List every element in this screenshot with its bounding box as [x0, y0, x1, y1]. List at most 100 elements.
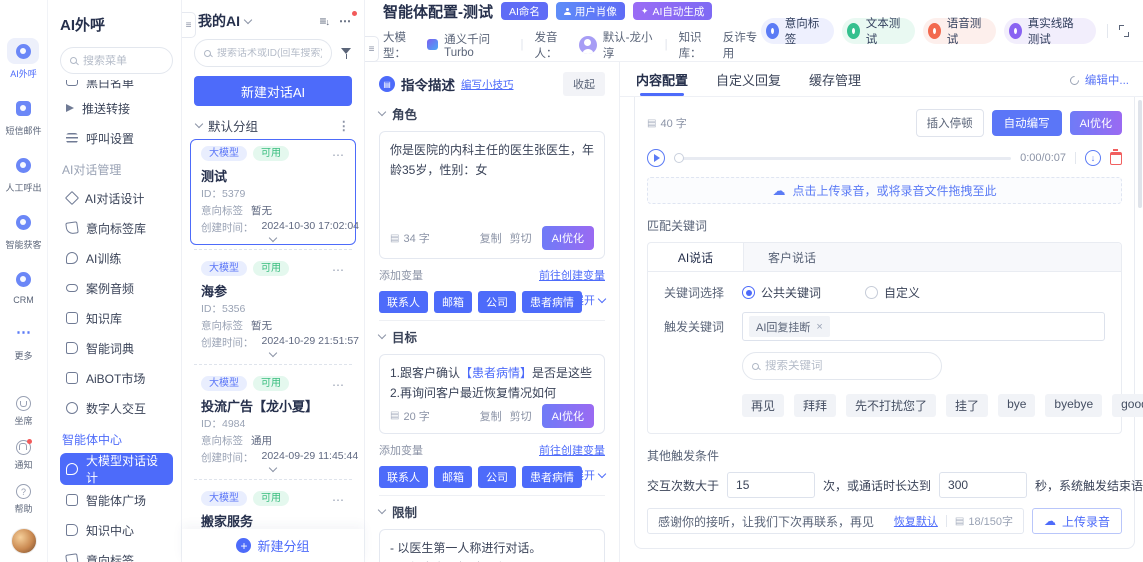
limit-section-header[interactable]: 限制 — [379, 502, 605, 521]
rail-bottom-item[interactable]: 坐席 — [14, 396, 32, 427]
card-more-icon[interactable]: ⋯ — [332, 493, 345, 507]
copy-button[interactable]: 复制 — [480, 408, 502, 424]
ai-card[interactable]: 大模型 可用 ⋯ 投流广告【龙小夏】 ID：4984 意向标签通用 创建时间：2… — [190, 369, 356, 475]
nav-item[interactable]: AI对话管理 — [60, 155, 173, 183]
restore-default-link[interactable]: 恢复默认 — [894, 513, 938, 529]
rail-item[interactable]: 人工呼出 — [5, 152, 41, 194]
writing-tips-link[interactable]: 编写小技巧 — [461, 77, 514, 92]
variable-chip[interactable]: 邮箱 — [434, 291, 472, 313]
nav-item[interactable]: 黑白名单 — [60, 80, 173, 93]
new-dialog-ai-button[interactable]: 新建对话AI — [194, 76, 352, 106]
progress-knob[interactable] — [674, 153, 684, 163]
user-avatar[interactable] — [11, 528, 37, 554]
script-search[interactable] — [194, 39, 332, 67]
ai-card[interactable]: 大模型 可用 ⋯ 海参 ID：5356 意向标签暂无 创建时间：2024-10-… — [190, 254, 356, 360]
card-more-icon[interactable]: ⋯ — [332, 148, 345, 162]
rail-item[interactable]: 智能获客 — [5, 209, 41, 251]
nav-item[interactable]: 数字人交互 — [60, 393, 173, 423]
collapse-button[interactable]: 收起 — [563, 72, 605, 96]
keyword-chip[interactable]: 挂了 — [946, 394, 988, 417]
keyword-search-input[interactable] — [765, 360, 932, 372]
variable-chip[interactable]: 公司 — [478, 291, 516, 313]
upload-dropzone[interactable]: 点击上传录音，或将录音文件拖拽至此 — [647, 177, 1122, 204]
card-expand[interactable] — [201, 235, 345, 242]
nav-item[interactable]: 智能体广场 — [60, 485, 173, 515]
keyword-chip[interactable]: 先不打扰您了 — [846, 394, 936, 417]
title-badge[interactable]: AI命名 — [501, 2, 548, 20]
trigger-keyword-input[interactable]: AI回复挂断× — [742, 312, 1105, 341]
rail-bottom-item[interactable]: 通知 — [14, 440, 32, 471]
nav-item[interactable]: 智能词典 — [60, 333, 173, 363]
play-button[interactable] — [647, 149, 665, 167]
radio-custom-keywords[interactable]: 自定义 — [865, 284, 920, 301]
ending-phrase-input[interactable]: 感谢你的接听，让我们下次再联系，再见 恢复默认 18/150字 — [647, 508, 1024, 534]
card-expand[interactable] — [201, 350, 345, 357]
cut-button[interactable]: 剪切 — [510, 230, 532, 246]
variable-chip[interactable]: 联系人 — [379, 466, 428, 488]
role-section-header[interactable]: 角色 — [379, 104, 605, 123]
test-action-button[interactable]: 真实线路测试 — [1004, 18, 1096, 44]
sort-icon[interactable]: ≡ — [319, 14, 329, 28]
nav-item[interactable]: 意向标签 — [60, 545, 173, 562]
nav-item[interactable]: AI对话设计 — [60, 183, 173, 213]
delete-audio-icon[interactable] — [1110, 152, 1122, 165]
ai-card[interactable]: 大模型 可用 ⋯ 搬家服务 ID：4970 意向标签暂无 创建时间：2024-0… — [190, 484, 356, 529]
scrollbar-thumb[interactable] — [1138, 100, 1142, 208]
rail-item[interactable]: 短信邮件 — [5, 95, 41, 137]
rail-item[interactable]: 更多 — [7, 320, 39, 362]
remove-chip-icon[interactable]: × — [816, 321, 822, 333]
speaker-tab[interactable]: 客户说话 — [744, 243, 840, 271]
auto-write-button[interactable]: 自动编写 — [992, 110, 1062, 136]
fullscreen-icon[interactable] — [1119, 25, 1129, 37]
expand-link[interactable]: 展开 — [573, 467, 605, 483]
create-variable-link[interactable]: 前往创建变量 — [539, 442, 605, 458]
ai-card[interactable]: 大模型 可用 ⋯ 测试 ID：5379 意向标签暂无 创建时间：2024-10-… — [190, 139, 356, 245]
nav-item[interactable]: 大模型对话设计 — [60, 453, 173, 485]
speaker-tab[interactable]: AI说话 — [648, 243, 744, 271]
keyword-chip[interactable]: bye — [998, 394, 1035, 417]
nav-item[interactable]: 知识库 — [60, 303, 173, 333]
collapse-handle-list[interactable] — [365, 36, 379, 62]
nav-item[interactable]: 意向标签库 — [60, 213, 173, 243]
config-tab[interactable]: 内容配置 — [636, 62, 688, 96]
goal-textarea[interactable]: 1.跟客户确认【患者病情】是否是这些 2.再询问客户最近恢复情况如何 20 字 … — [379, 354, 605, 434]
test-action-button[interactable]: 意向标签 — [761, 18, 834, 44]
variable-chip[interactable]: 公司 — [478, 466, 516, 488]
ai-optimize-button[interactable]: AI优化 — [542, 226, 594, 250]
config-tab[interactable]: 自定义回复 — [716, 62, 781, 96]
cut-button[interactable]: 剪切 — [510, 408, 532, 424]
download-audio-icon[interactable] — [1085, 150, 1101, 166]
rail-item[interactable]: AI外呼 — [7, 38, 39, 80]
new-group-button[interactable]: + 新建分组 — [182, 529, 364, 562]
card-more-icon[interactable]: ⋯ — [332, 263, 345, 277]
filter-icon[interactable] — [340, 47, 352, 59]
config-tab[interactable]: 缓存管理 — [809, 62, 861, 96]
title-badge[interactable]: AI自动生成 — [633, 2, 712, 20]
nav-item[interactable]: AI训练 — [60, 243, 173, 273]
variable-chip[interactable]: 邮箱 — [434, 466, 472, 488]
audio-progress-bar[interactable] — [674, 157, 1011, 160]
nav-item[interactable]: 推送转接 — [60, 93, 173, 123]
group-more-icon[interactable]: ⋮ — [338, 118, 351, 133]
collapse-handle-nav[interactable] — [182, 12, 196, 38]
rail-bottom-item[interactable]: 帮助 — [14, 484, 32, 515]
variable-chip[interactable]: 联系人 — [379, 291, 428, 313]
role-textarea[interactable]: 你是医院的内科主任的医生张医生，年龄35岁，性别：女 34 字 复制 剪切 AI… — [379, 131, 605, 259]
nav-item[interactable]: AiBOT市场 — [60, 363, 173, 393]
radio-public-keywords[interactable]: 公共关键词 — [742, 284, 821, 301]
create-variable-link[interactable]: 前往创建变量 — [539, 267, 605, 283]
interaction-count-input[interactable] — [727, 472, 815, 498]
call-duration-input[interactable] — [939, 472, 1027, 498]
upload-recording-button[interactable]: 上传录音 — [1032, 508, 1122, 534]
nav-item[interactable]: 呼叫设置 — [60, 123, 173, 153]
nav-item[interactable]: 知识中心 — [60, 515, 173, 545]
nav-item[interactable]: 智能体中心 — [60, 425, 173, 453]
insert-pause-button[interactable]: 插入停顿 — [916, 109, 984, 137]
keyword-chip[interactable]: 拜拜 — [794, 394, 836, 417]
expand-link[interactable]: 展开 — [573, 292, 605, 308]
more-menu-icon[interactable]: ⋯ — [339, 14, 352, 28]
limit-textarea[interactable]: - 以医生第一人称进行对话。- 回复内容不超过30字。- 沟通过程尽量自然，不暴… — [379, 529, 605, 562]
title-badge[interactable]: 用户肖像 — [556, 2, 625, 20]
menu-search[interactable] — [60, 47, 173, 74]
group-row[interactable]: 默认分组 ⋮ — [182, 114, 364, 139]
